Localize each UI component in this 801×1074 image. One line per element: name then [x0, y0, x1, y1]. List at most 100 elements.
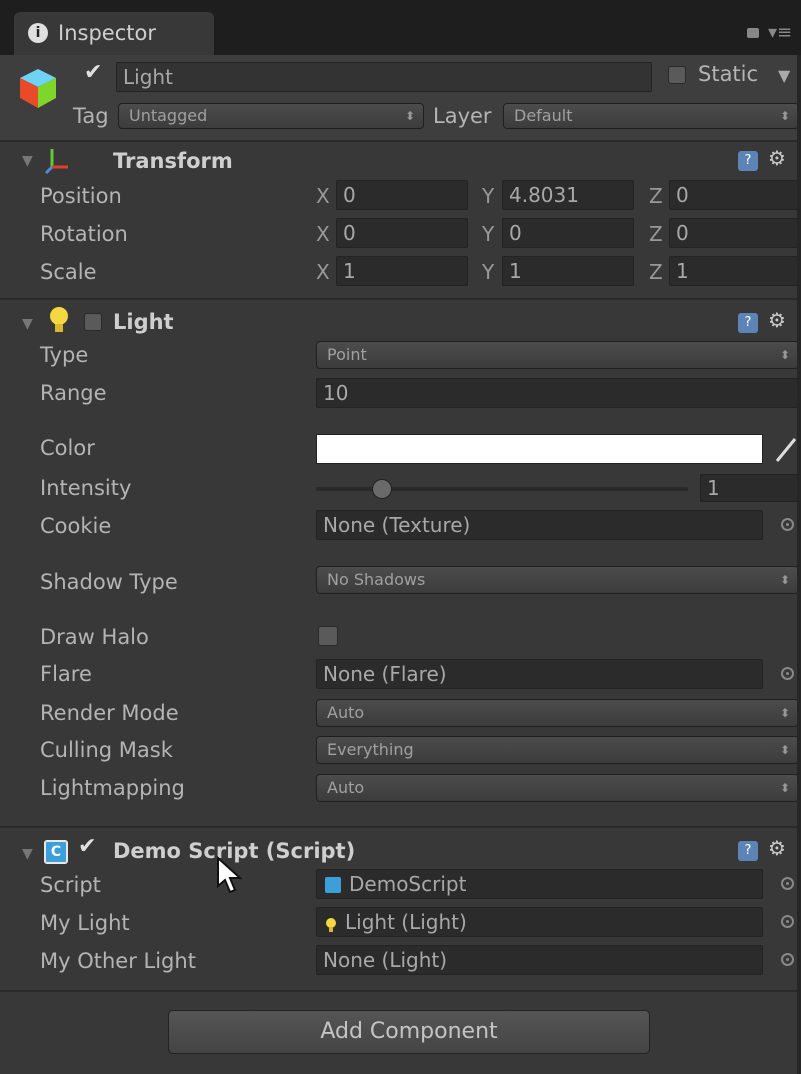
lock-icon[interactable] — [747, 28, 759, 38]
chevron-updown-icon: ⬍ — [779, 109, 790, 123]
gameobject-cube-icon — [16, 66, 60, 110]
color-label: Color — [40, 436, 95, 460]
scale-x-field[interactable]: 1 — [336, 256, 468, 286]
object-picker-icon[interactable] — [781, 518, 794, 531]
type-dropdown[interactable]: Point ⬍ — [316, 341, 799, 369]
cookie-field[interactable]: None (Texture) — [316, 510, 763, 540]
axis-z-label: Z — [649, 222, 663, 246]
my-light-field[interactable]: Light (Light) — [316, 907, 763, 937]
intensity-value: 1 — [707, 476, 720, 500]
rotation-x-field[interactable]: 0 — [336, 218, 468, 248]
name-field[interactable]: Light — [116, 62, 652, 92]
rotation-y-value: 0 — [509, 221, 522, 245]
script-file-icon — [325, 877, 341, 893]
draw-halo-label: Draw Halo — [40, 625, 149, 649]
eyedropper-icon[interactable] — [773, 434, 799, 464]
position-x-field[interactable]: 0 — [336, 180, 468, 210]
render-mode-label: Render Mode — [40, 701, 179, 725]
chevron-updown-icon: ⬍ — [779, 573, 790, 587]
position-y-value: 4.8031 — [509, 183, 579, 207]
gear-icon[interactable]: ⚙ — [768, 836, 786, 860]
axis-y-label: Y — [482, 260, 495, 284]
type-label: Type — [40, 343, 89, 367]
intensity-slider-thumb[interactable] — [371, 479, 392, 499]
my-other-light-value: None (Light) — [323, 948, 448, 972]
scale-z-field[interactable]: 1 — [669, 256, 801, 286]
transform-icon — [44, 145, 74, 175]
lightmapping-dropdown[interactable]: Auto ⬍ — [316, 774, 799, 802]
script-field[interactable]: DemoScript — [316, 869, 763, 899]
light-enabled-checkbox[interactable] — [84, 313, 102, 331]
tab-title: Inspector — [58, 21, 156, 45]
lightmapping-value: Auto — [327, 778, 365, 797]
culling-mask-label: Culling Mask — [40, 738, 173, 762]
axis-x-label: X — [316, 222, 330, 246]
static-checkbox[interactable] — [668, 66, 686, 84]
divider — [0, 990, 801, 992]
foldout-arrow-icon[interactable]: ▼ — [22, 846, 33, 862]
menu-icon[interactable]: ▾≡ — [768, 22, 792, 43]
my-other-light-label: My Other Light — [40, 949, 196, 973]
color-swatch[interactable] — [316, 434, 763, 464]
gear-icon[interactable]: ⚙ — [768, 308, 786, 332]
scale-z-value: 1 — [676, 259, 689, 283]
divider — [0, 298, 801, 300]
draw-halo-checkbox[interactable] — [318, 626, 338, 646]
active-checkbox[interactable]: ✔ — [84, 60, 102, 85]
object-picker-icon[interactable] — [781, 953, 794, 966]
foldout-arrow-icon[interactable]: ▼ — [22, 316, 33, 332]
script-value: DemoScript — [349, 872, 467, 896]
rotation-y-field[interactable]: 0 — [502, 218, 634, 248]
shadow-type-dropdown[interactable]: No Shadows ⬍ — [316, 566, 799, 594]
add-component-button[interactable]: Add Component — [168, 1010, 650, 1054]
my-light-value: Light (Light) — [345, 910, 467, 934]
axis-y-label: Y — [482, 184, 495, 208]
rotation-z-field[interactable]: 0 — [669, 218, 801, 248]
shadow-type-label: Shadow Type — [40, 570, 178, 594]
position-z-field[interactable]: 0 — [669, 180, 801, 210]
divider — [0, 140, 801, 142]
foldout-arrow-icon[interactable]: ▼ — [22, 153, 33, 169]
my-light-label: My Light — [40, 911, 130, 935]
light-bulb-icon — [325, 914, 337, 932]
light-title: Light — [113, 310, 174, 334]
help-icon[interactable]: ? — [738, 841, 758, 861]
object-picker-icon[interactable] — [781, 667, 794, 680]
flare-label: Flare — [40, 662, 92, 686]
rotation-label: Rotation — [40, 222, 128, 246]
tab-inspector[interactable]: i Inspector — [14, 12, 214, 55]
add-component-label: Add Component — [320, 1019, 498, 1044]
help-icon[interactable]: ? — [738, 313, 758, 333]
lightmapping-label: Lightmapping — [40, 776, 185, 800]
light-bulb-icon — [48, 306, 70, 336]
layer-label: Layer — [433, 104, 492, 128]
my-other-light-field[interactable]: None (Light) — [316, 945, 763, 975]
flare-field[interactable]: None (Flare) — [316, 659, 763, 689]
layer-dropdown[interactable]: Default ⬍ — [503, 103, 799, 129]
axis-x-label: X — [316, 184, 330, 208]
help-icon[interactable]: ? — [738, 151, 758, 171]
range-label: Range — [40, 381, 107, 405]
range-field[interactable]: 10 — [316, 378, 801, 408]
tag-dropdown[interactable]: Untagged ⬍ — [118, 103, 424, 129]
position-y-field[interactable]: 4.8031 — [502, 180, 634, 210]
cookie-label: Cookie — [40, 514, 112, 538]
object-picker-icon[interactable] — [781, 877, 794, 890]
layer-value: Default — [514, 106, 573, 125]
intensity-field[interactable]: 1 — [700, 474, 801, 502]
axis-y-label: Y — [482, 222, 495, 246]
tag-label: Tag — [73, 104, 109, 128]
position-label: Position — [40, 184, 122, 208]
gear-icon[interactable]: ⚙ — [768, 146, 786, 170]
static-dropdown-icon[interactable]: ▼ — [778, 66, 790, 85]
range-value: 10 — [323, 381, 349, 405]
name-value: Light — [123, 65, 173, 89]
flare-value: None (Flare) — [323, 662, 447, 686]
chevron-updown-icon: ⬍ — [779, 781, 790, 795]
render-mode-dropdown[interactable]: Auto ⬍ — [316, 699, 799, 727]
scale-y-field[interactable]: 1 — [502, 256, 634, 286]
script-enabled-checkbox[interactable]: ✔ — [78, 834, 96, 859]
object-picker-icon[interactable] — [781, 915, 794, 928]
mouse-cursor-icon — [216, 855, 244, 896]
culling-mask-dropdown[interactable]: Everything ⬍ — [316, 736, 799, 764]
